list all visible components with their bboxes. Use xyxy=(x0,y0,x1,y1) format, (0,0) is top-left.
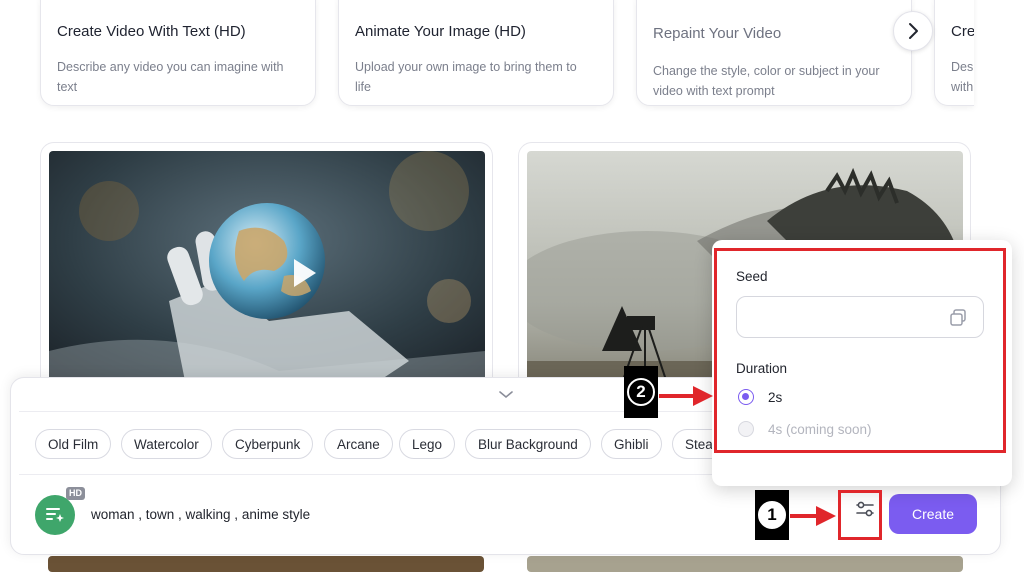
example-tile-robot[interactable] xyxy=(40,142,493,403)
step-2-badge: 2 xyxy=(624,366,658,418)
feature-card-partial[interactable]: Cre Des with xyxy=(934,0,974,106)
chevron-down-icon[interactable] xyxy=(498,390,514,400)
style-tag[interactable]: Old Film xyxy=(35,429,112,459)
feature-title: Cre xyxy=(951,23,974,40)
style-tag[interactable]: Watercolor xyxy=(121,429,212,459)
step-2-number: 2 xyxy=(627,378,655,406)
feature-title: Animate Your Image (HD) xyxy=(355,23,526,40)
chevron-right-icon xyxy=(909,23,918,39)
popover-highlight xyxy=(714,248,1006,453)
style-tag[interactable]: Ghibli xyxy=(601,429,662,459)
style-tag[interactable]: Arcane xyxy=(324,429,393,459)
next-features-button[interactable] xyxy=(893,11,933,51)
hd-badge: HD xyxy=(66,487,85,500)
prompt-input[interactable]: woman , town , walking , anime style xyxy=(91,507,310,522)
arrow-right-icon xyxy=(790,506,836,526)
style-tag[interactable]: Stea xyxy=(672,429,712,459)
feature-title: Repaint Your Video xyxy=(653,25,782,42)
play-icon[interactable] xyxy=(294,259,316,287)
example-tile-bottom-left-image xyxy=(48,556,484,572)
feature-description: Describe any video you can imagine with … xyxy=(57,60,284,94)
settings-highlight xyxy=(838,490,882,540)
arrow-right-icon xyxy=(659,386,713,406)
feature-title: Create Video With Text (HD) xyxy=(57,23,246,40)
example-tile-bottom-right-image xyxy=(527,556,963,572)
create-button[interactable]: Create xyxy=(889,494,977,534)
step-1-number: 1 xyxy=(758,501,786,529)
feature-description: Des with xyxy=(951,60,974,94)
style-tag[interactable]: Cyberpunk xyxy=(222,429,314,459)
style-tag[interactable]: Blur Background xyxy=(465,429,591,459)
robot-hand-globe-image xyxy=(49,151,485,403)
feature-card-text-to-video[interactable]: Create Video With Text (HD) Describe any… xyxy=(40,0,316,106)
feature-card-animate-image[interactable]: Animate Your Image (HD) Upload your own … xyxy=(338,0,614,106)
feature-description: Upload your own image to bring them to l… xyxy=(355,60,577,94)
feature-description: Change the style, color or subject in yo… xyxy=(653,64,880,98)
prompt-mode-icon[interactable] xyxy=(35,495,75,535)
style-tag[interactable]: Lego xyxy=(399,429,456,459)
feature-card-repaint-video[interactable]: Repaint Your Video Change the style, col… xyxy=(636,0,912,106)
text-sparkle-icon xyxy=(46,508,64,522)
step-1-badge: 1 xyxy=(755,490,789,540)
